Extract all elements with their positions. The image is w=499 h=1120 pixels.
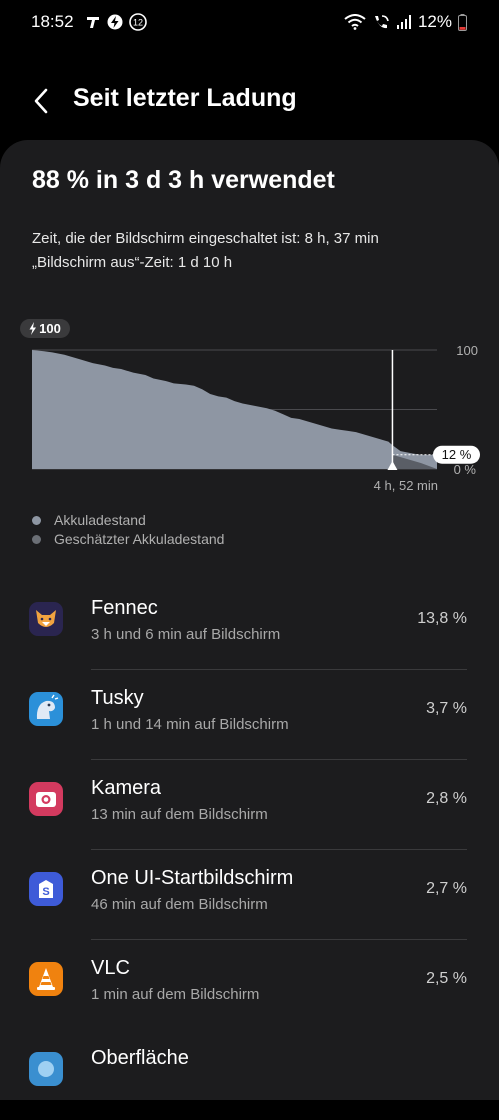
status-bar: 18:52 12 12% xyxy=(0,0,499,46)
app-name: VLC xyxy=(91,957,130,979)
system-ui-icon xyxy=(29,1052,63,1086)
app-screen-time: 1 h und 14 min auf Bildschirm xyxy=(91,716,289,733)
app-screen-time: 3 h und 6 min auf Bildschirm xyxy=(91,626,281,643)
battery-chart[interactable]: 100 0 % 12 % 100 4 h, 52 min xyxy=(0,316,499,496)
status-system-icons: 12% xyxy=(344,12,467,32)
app-name: One UI-Startbildschirm xyxy=(91,867,294,889)
legend-dot-estimated xyxy=(32,534,41,544)
tusky-notification-icon xyxy=(87,17,99,28)
app-row-kamera[interactable]: Kamera 13 min auf dem Bildschirm 2,8 % xyxy=(0,760,499,850)
start-level-label: 100 xyxy=(39,321,61,336)
y-tick-label: 100 xyxy=(456,343,478,358)
app-percent: 2,8 % xyxy=(426,790,467,807)
screen-off-time: „Bildschirm aus“-Zeit: 1 d 10 h xyxy=(32,254,233,271)
wifi-calling-icon xyxy=(374,15,389,29)
usage-summary: 88 % in 3 d 3 h verwendet xyxy=(32,166,335,194)
battery-chart-svg: 100 0 %12 % 100 4 h, 52 min xyxy=(20,319,480,493)
app-screen-time: 1 min auf dem Bildschirm xyxy=(91,986,260,1003)
app-name: Kamera xyxy=(91,777,162,799)
back-button[interactable] xyxy=(30,86,54,116)
app-row-oberflaeche[interactable]: Oberfläche xyxy=(0,1030,499,1120)
battery-panel: 88 % in 3 d 3 h verwendet Zeit, die der … xyxy=(0,140,499,1100)
current-level-label: 12 % xyxy=(442,447,472,462)
app-name: Fennec xyxy=(91,597,158,619)
app-percent: 2,5 % xyxy=(426,970,467,987)
signal-icon xyxy=(396,15,411,29)
app-row-fennec[interactable]: Fennec 3 h und 6 min auf Bildschirm 13,8… xyxy=(0,580,499,670)
fennec-fox-icon xyxy=(29,602,63,636)
notification-count: 12 xyxy=(133,18,143,28)
page-title: Seit letzter Ladung xyxy=(73,84,297,112)
app-row-one-ui-home[interactable]: S One UI-Startbildschirm 46 min auf dem … xyxy=(0,850,499,940)
wifi-icon xyxy=(344,14,366,30)
legend-dot-battery xyxy=(32,515,41,525)
vlc-cone-icon xyxy=(29,962,63,996)
tusky-mastodon-icon xyxy=(29,692,63,726)
battery-low-icon xyxy=(458,13,467,31)
app-header: Seit letzter Ladung xyxy=(0,70,499,130)
home-screen-icon: S xyxy=(29,872,63,906)
status-time: 18:52 xyxy=(31,12,74,31)
y-tick-label: 0 % xyxy=(454,462,477,477)
app-percent: 13,8 % xyxy=(417,610,467,627)
bolt-notification-icon xyxy=(107,14,123,30)
legend-battery: Akkuladestand xyxy=(32,512,146,528)
camera-icon xyxy=(29,782,63,816)
chevron-left-icon xyxy=(34,88,48,114)
remaining-time-label: 4 h, 52 min xyxy=(374,478,438,493)
app-percent: 3,7 % xyxy=(426,700,467,717)
status-notification-icons: 12 xyxy=(85,13,147,31)
legend-label-estimated: Geschätzter Akkuladestand xyxy=(54,531,225,547)
legend-label-battery: Akkuladestand xyxy=(54,512,146,528)
app-row-tusky[interactable]: Tusky 1 h und 14 min auf Bildschirm 3,7 … xyxy=(0,670,499,760)
app-name: Tusky xyxy=(91,687,144,709)
app-name: Oberfläche xyxy=(91,1047,189,1069)
notification-count-icon: 12 xyxy=(129,13,147,31)
legend-estimated: Geschätzter Akkuladestand xyxy=(32,531,224,547)
app-row-vlc[interactable]: VLC 1 min auf dem Bildschirm 2,5 % xyxy=(0,940,499,1030)
svg-text:S: S xyxy=(42,886,49,898)
app-percent: 2,7 % xyxy=(426,880,467,897)
battery-percent: 12% xyxy=(417,12,452,31)
screen-on-time: Zeit, die der Bildschirm eingeschaltet i… xyxy=(32,230,379,247)
app-screen-time: 13 min auf dem Bildschirm xyxy=(91,806,268,823)
app-screen-time: 46 min auf dem Bildschirm xyxy=(91,896,268,913)
